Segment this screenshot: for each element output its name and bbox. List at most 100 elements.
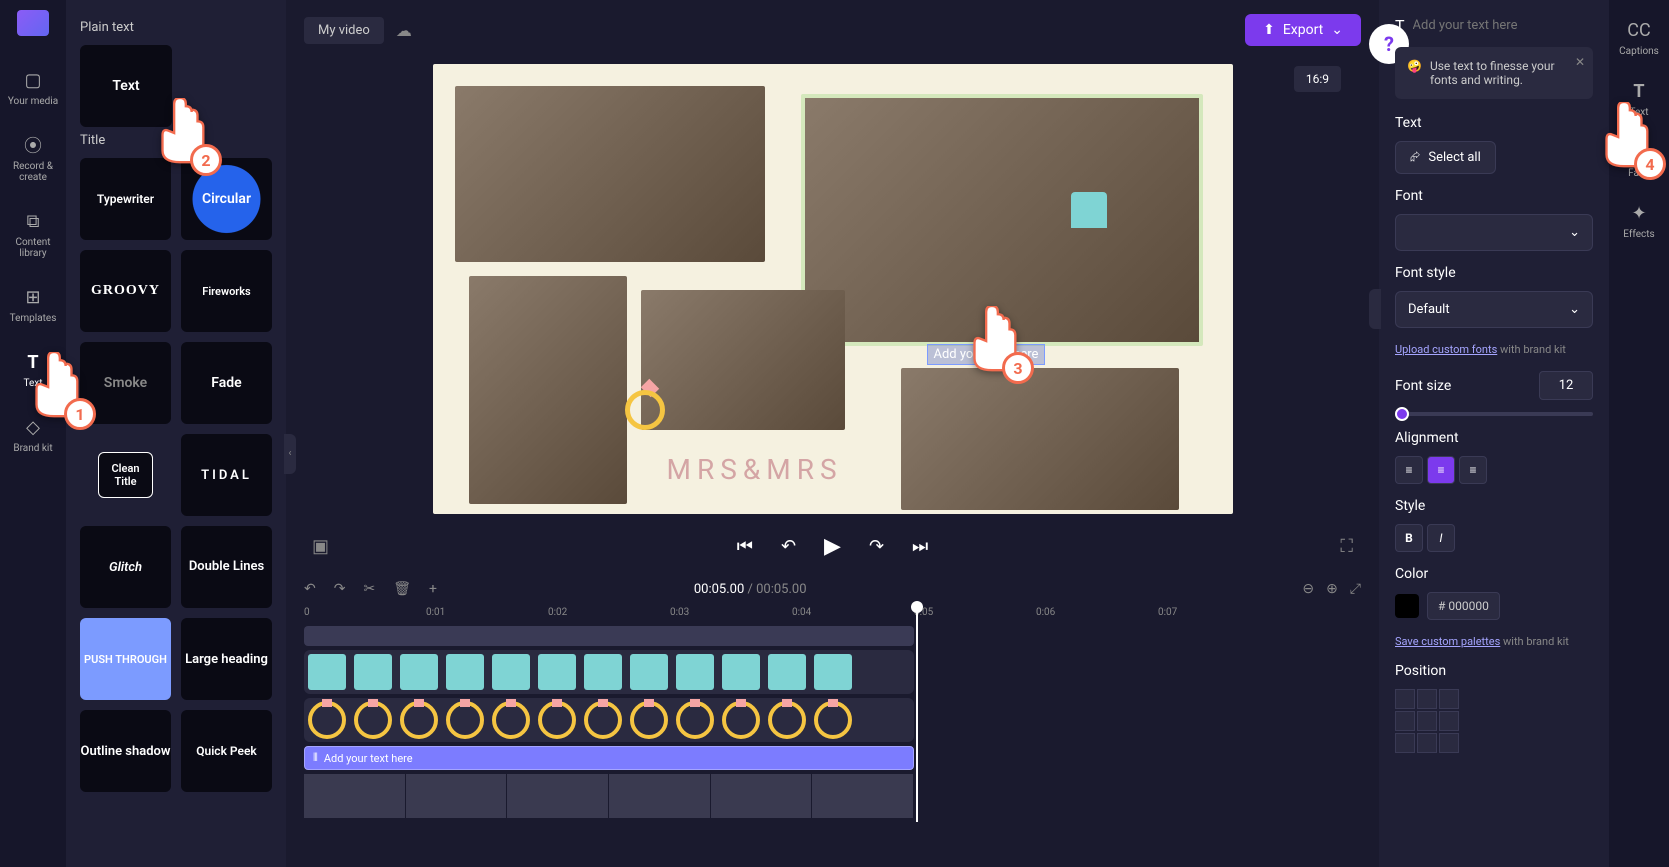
close-tip-button[interactable]: ✕ xyxy=(1575,55,1585,69)
text-content-input[interactable] xyxy=(1413,18,1593,33)
nav-label: Text xyxy=(23,378,42,389)
timeline-text-track[interactable]: ⦀ Add your text here xyxy=(304,746,914,770)
color-hex-input[interactable]: # 000000 xyxy=(1427,592,1500,620)
nav-content-library[interactable]: ⧉ Content library xyxy=(0,205,66,263)
canvas-photo-2[interactable] xyxy=(801,94,1203,346)
font-style-select[interactable]: Default ⌄ xyxy=(1395,291,1593,328)
title-clean[interactable]: Clean Title xyxy=(98,452,153,498)
canvas-text-element[interactable]: Add your text here xyxy=(927,344,1046,365)
text-tab[interactable]: T Text xyxy=(1627,79,1651,118)
title-double-lines[interactable]: Double Lines xyxy=(181,526,272,608)
style-group: B I xyxy=(1395,524,1593,552)
right-nav-rail: CC Captions T Text ◐ Fade ✦ Effects xyxy=(1609,0,1669,867)
canvas-mrs-text[interactable]: MRS&MRS xyxy=(667,453,843,486)
position-cell-mr[interactable] xyxy=(1439,711,1459,731)
zoom-in-button[interactable]: ⊕ xyxy=(1326,581,1338,597)
italic-button[interactable]: I xyxy=(1427,524,1455,552)
timeline: ↶ ↷ ✂ 🗑 + 00:05.00 / 00:05.00 ⊖ ⊕ ⤢ 0 0:… xyxy=(286,569,1379,867)
export-button[interactable]: ⬆ Export ⌄ xyxy=(1245,14,1361,46)
rewind-button[interactable]: ↶ xyxy=(781,536,796,557)
canvas-photo-1[interactable] xyxy=(455,86,765,262)
skip-back-button[interactable]: ⏮ xyxy=(737,536,753,557)
nav-text[interactable]: T Text xyxy=(17,346,49,393)
title-typewriter[interactable]: Typewriter xyxy=(80,158,171,240)
position-cell-mc[interactable] xyxy=(1417,711,1437,731)
timeline-audio-track[interactable] xyxy=(304,626,914,646)
color-swatch[interactable] xyxy=(1395,594,1419,618)
position-cell-ml[interactable] xyxy=(1395,711,1415,731)
video-name-input[interactable]: My video xyxy=(304,17,384,44)
title-push-through[interactable]: PUSH THROUGH xyxy=(80,618,171,700)
cloud-sync-icon[interactable]: ☁ xyxy=(396,21,412,40)
align-center-button[interactable]: ≡ xyxy=(1427,456,1455,484)
canvas-photo-5[interactable] xyxy=(901,368,1179,510)
timeline-playhead[interactable] xyxy=(916,603,918,822)
font-family-select[interactable]: ⌄ xyxy=(1395,214,1593,251)
position-cell-tl[interactable] xyxy=(1395,689,1415,709)
title-large-heading[interactable]: Large heading xyxy=(181,618,272,700)
fade-icon: ◐ xyxy=(1627,140,1651,164)
video-canvas[interactable]: MRS&MRS Add your text here xyxy=(433,64,1233,514)
app-logo[interactable] xyxy=(17,10,49,36)
brand-icon: ◇ xyxy=(21,415,45,439)
font-size-slider[interactable] xyxy=(1395,412,1593,416)
fullscreen-button[interactable]: ⛶ xyxy=(1340,536,1353,557)
save-palettes-link[interactable]: Save custom palettes xyxy=(1395,635,1500,648)
align-left-button[interactable]: ≡ xyxy=(1395,456,1423,484)
title-smoke[interactable]: Smoke xyxy=(80,342,171,424)
font-size-input[interactable] xyxy=(1539,371,1593,400)
expand-properties-button[interactable] xyxy=(1369,289,1381,329)
timeline-ruler[interactable]: 0 0:01 0:02 0:03 0:04 0:05 0:06 0:07 xyxy=(304,603,1361,622)
canvas-photo-3[interactable] xyxy=(469,276,627,504)
position-cell-bc[interactable] xyxy=(1417,733,1437,753)
captions-icon: CC xyxy=(1627,18,1651,42)
title-grid: Typewriter Circular GROOVY Fireworks Smo… xyxy=(80,158,272,792)
nav-record-create[interactable]: ⦿ Record & create xyxy=(0,129,66,187)
bold-button[interactable]: B xyxy=(1395,524,1423,552)
title-outline-shadow[interactable]: Outline shadow xyxy=(80,710,171,792)
title-glitch[interactable]: Glitch xyxy=(80,526,171,608)
delete-button[interactable]: 🗑 xyxy=(393,581,411,597)
position-cell-bl[interactable] xyxy=(1395,733,1415,753)
font-heading: Font xyxy=(1395,188,1593,204)
timeline-video-track[interactable] xyxy=(304,774,914,818)
captions-tab[interactable]: CC Captions xyxy=(1619,18,1659,57)
timeline-ring-track[interactable] xyxy=(304,698,914,742)
effects-tab[interactable]: ✦ Effects xyxy=(1623,201,1654,240)
camera-icon: ⦿ xyxy=(21,133,45,157)
fade-tab[interactable]: ◐ Fade xyxy=(1627,140,1651,179)
title-tidal[interactable]: TIDAL xyxy=(181,434,272,516)
folder-icon: ▢ xyxy=(21,68,45,92)
timeline-cake-track[interactable] xyxy=(304,650,914,694)
forward-button[interactable]: ↷ xyxy=(869,536,884,557)
plain-text-card[interactable]: Text xyxy=(80,45,172,127)
add-button[interactable]: + xyxy=(429,581,437,597)
split-button[interactable]: ✂ xyxy=(363,581,375,597)
select-all-button[interactable]: ⮳ Select all xyxy=(1395,141,1496,174)
title-circular[interactable]: Circular xyxy=(181,158,272,240)
text-section-heading: Text xyxy=(1395,115,1593,131)
position-cell-br[interactable] xyxy=(1439,733,1459,753)
align-right-button[interactable]: ≡ xyxy=(1459,456,1487,484)
ring-sticker[interactable] xyxy=(625,382,673,430)
position-cell-tr[interactable] xyxy=(1439,689,1459,709)
title-fireworks[interactable]: Fireworks xyxy=(181,250,272,332)
fit-button[interactable]: ⤢ xyxy=(1350,581,1361,597)
position-cell-tc[interactable] xyxy=(1417,689,1437,709)
nav-your-media[interactable]: ▢ Your media xyxy=(4,64,62,111)
title-quick-peek[interactable]: Quick Peek xyxy=(181,710,272,792)
play-button[interactable]: ▶ xyxy=(824,534,841,559)
title-heading: Title xyxy=(80,133,272,148)
nav-brand-kit[interactable]: ◇ Brand kit xyxy=(9,411,56,458)
undo-button[interactable]: ↶ xyxy=(304,581,316,597)
hide-canvas-icon[interactable]: ▣ xyxy=(312,536,329,557)
effects-icon: ✦ xyxy=(1627,201,1651,225)
cake-sticker[interactable] xyxy=(1071,192,1107,228)
zoom-out-button[interactable]: ⊖ xyxy=(1302,581,1314,597)
skip-forward-button[interactable]: ⏭ xyxy=(912,536,928,557)
title-fade[interactable]: Fade xyxy=(181,342,272,424)
title-groovy[interactable]: GROOVY xyxy=(80,250,171,332)
nav-templates[interactable]: ⊞ Templates xyxy=(6,281,61,328)
redo-button[interactable]: ↷ xyxy=(334,581,346,597)
upload-fonts-link[interactable]: Upload custom fonts xyxy=(1395,343,1497,356)
